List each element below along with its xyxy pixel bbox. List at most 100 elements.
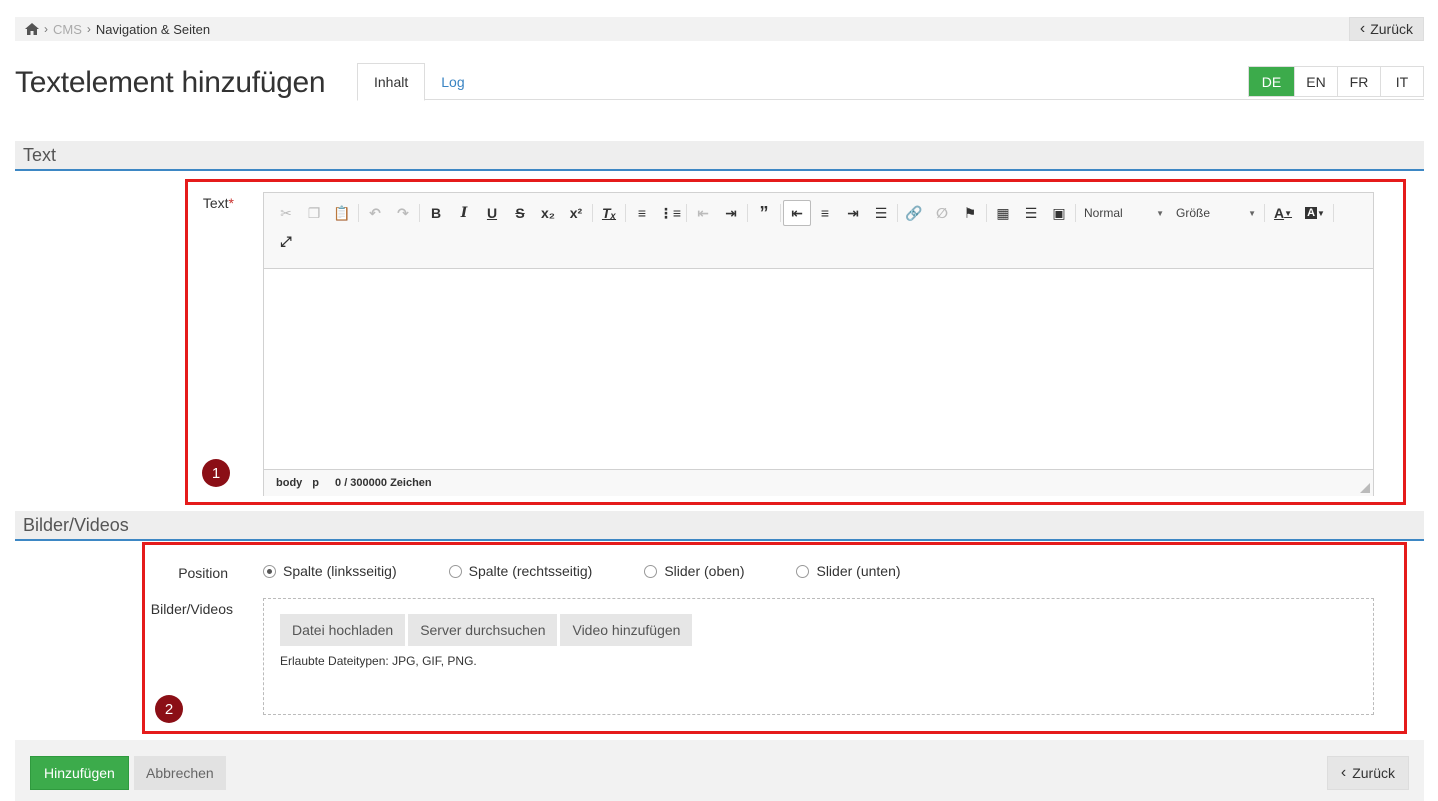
- radio-column-right[interactable]: Spalte (rechtsseitig): [448, 563, 593, 579]
- section-header-text: Text: [15, 141, 1424, 171]
- rich-text-editor: ✂ ❐ 📋 ↶ ↷ B I U S x₂ x² Tₓ ≡ ⋮≡ ⇤ ⇥ ” ⇤ …: [263, 192, 1374, 496]
- table-icon[interactable]: ▦: [989, 200, 1017, 226]
- chevron-left-icon: ‹: [1340, 764, 1347, 781]
- lang-it[interactable]: IT: [1380, 67, 1423, 96]
- toolbar-divider: [592, 204, 593, 222]
- toolbar-divider: [1333, 204, 1334, 222]
- radio-slider-bottom-label: Slider (unten): [816, 563, 901, 579]
- home-icon[interactable]: [25, 23, 39, 35]
- back-button-label: Zurück: [1352, 765, 1395, 781]
- maximize-icon[interactable]: ⤢: [272, 228, 300, 254]
- radio-unchecked-icon: [644, 564, 658, 578]
- back-button-bottom[interactable]: ‹ Zurück: [1326, 756, 1409, 790]
- page-title: Textelement hinzufügen: [15, 66, 326, 99]
- chevron-right-icon: ›: [44, 22, 48, 36]
- annotation-marker-1: 1: [202, 459, 230, 487]
- align-right-icon[interactable]: ⇥: [839, 200, 867, 226]
- back-button-top[interactable]: ‹ Zurück: [1348, 17, 1424, 41]
- annotation-marker-2: 2: [155, 695, 183, 723]
- upload-file-button[interactable]: Datei hochladen: [280, 614, 406, 646]
- bulleted-list-icon[interactable]: ⋮≡: [656, 200, 684, 226]
- radio-slider-top[interactable]: Slider (oben): [644, 563, 744, 579]
- subscript-icon[interactable]: x₂: [534, 200, 562, 226]
- undo-icon[interactable]: ↶: [361, 200, 389, 226]
- caret-down-icon: ▼: [1248, 208, 1256, 218]
- editor-statusbar: body p 0 / 300000 Zeichen: [264, 469, 1373, 496]
- toolbar-divider: [686, 204, 687, 222]
- radio-column-left[interactable]: Spalte (linksseitig): [263, 563, 397, 579]
- size-select[interactable]: Größe ▼: [1170, 201, 1262, 225]
- toolbar-divider: [419, 204, 420, 222]
- radio-column-left-label: Spalte (linksseitig): [283, 563, 397, 579]
- back-button-label: Zurück: [1370, 21, 1413, 37]
- add-video-button[interactable]: Video hinzufügen: [560, 614, 693, 646]
- copy-icon[interactable]: ❐: [300, 200, 328, 226]
- toolbar-divider: [986, 204, 987, 222]
- radio-unchecked-icon: [448, 564, 462, 578]
- toolbar-divider: [780, 204, 781, 222]
- tab-log[interactable]: Log: [425, 63, 480, 100]
- editor-content-area[interactable]: [264, 269, 1373, 469]
- unlink-icon[interactable]: ∅: [928, 200, 956, 226]
- underline-icon[interactable]: U: [478, 200, 506, 226]
- radio-checked-icon: [263, 564, 276, 578]
- status-path-p[interactable]: p: [312, 477, 319, 489]
- redo-icon[interactable]: ↷: [389, 200, 417, 226]
- text-field-label-text: Text: [202, 195, 229, 211]
- radio-slider-top-label: Slider (oben): [664, 563, 745, 579]
- toolbar-divider: [1264, 204, 1265, 222]
- tab-inhalt[interactable]: Inhalt: [357, 63, 426, 101]
- lang-de[interactable]: DE: [1249, 67, 1294, 96]
- image-icon[interactable]: ▣: [1045, 200, 1073, 226]
- toolbar-divider: [625, 204, 626, 222]
- horizontal-line-icon[interactable]: ☰: [1017, 200, 1045, 226]
- resize-handle-icon[interactable]: [1360, 483, 1370, 493]
- breadcrumb-item-cms[interactable]: CMS: [53, 22, 82, 37]
- paste-icon[interactable]: 📋: [328, 200, 356, 226]
- lang-en[interactable]: EN: [1294, 67, 1337, 96]
- bold-icon[interactable]: B: [422, 200, 450, 226]
- cancel-button[interactable]: Abbrechen: [134, 756, 226, 790]
- radio-unchecked-icon: [796, 564, 810, 578]
- section-header-media: Bilder/Videos: [15, 511, 1424, 541]
- caret-down-icon: ▼: [1156, 208, 1164, 218]
- language-switcher: DE EN FR IT: [1248, 66, 1424, 97]
- align-left-icon[interactable]: ⇤: [783, 200, 811, 226]
- outdent-icon[interactable]: ⇤: [689, 200, 717, 226]
- format-select[interactable]: Normal ▼: [1078, 201, 1170, 225]
- text-color-icon[interactable]: A ▼: [1267, 200, 1299, 226]
- toolbar-divider: [747, 204, 748, 222]
- format-select-value: Normal: [1084, 206, 1123, 220]
- toolbar-divider: [358, 204, 359, 222]
- browse-server-button[interactable]: Server durchsuchen: [408, 614, 558, 646]
- text-field-label: Text*: [180, 195, 234, 211]
- italic-icon[interactable]: I: [450, 200, 478, 226]
- form-footer: Hinzufügen Abbrechen ‹ Zurück: [15, 740, 1424, 801]
- align-justify-icon[interactable]: ☰: [867, 200, 895, 226]
- position-radio-group: Spalte (linksseitig) Spalte (rechtsseiti…: [263, 563, 901, 579]
- submit-button[interactable]: Hinzufügen: [30, 756, 129, 790]
- breadcrumb: › CMS › Navigation & Seiten ‹ Zurück: [15, 17, 1424, 41]
- superscript-icon[interactable]: x²: [562, 200, 590, 226]
- radio-column-right-label: Spalte (rechtsseitig): [468, 563, 593, 579]
- indent-icon[interactable]: ⇥: [717, 200, 745, 226]
- blockquote-icon[interactable]: ”: [750, 200, 778, 226]
- toolbar-divider: [1075, 204, 1076, 222]
- media-field-label: Bilder/Videos: [150, 601, 233, 617]
- toolbar-divider: [897, 204, 898, 222]
- align-center-icon[interactable]: ≡: [811, 200, 839, 226]
- numbered-list-icon[interactable]: ≡: [628, 200, 656, 226]
- allowed-file-types: Erlaubte Dateitypen: JPG, GIF, PNG.: [280, 654, 477, 668]
- status-path-body[interactable]: body: [276, 477, 302, 489]
- cut-icon[interactable]: ✂: [272, 200, 300, 226]
- strikethrough-icon[interactable]: S: [506, 200, 534, 226]
- required-mark: *: [228, 195, 234, 211]
- breadcrumb-item-current: Navigation & Seiten: [95, 21, 211, 37]
- media-upload-zone[interactable]: Datei hochladen Server durchsuchen Video…: [263, 598, 1374, 715]
- radio-slider-bottom[interactable]: Slider (unten): [796, 563, 901, 579]
- background-color-icon[interactable]: A ▼: [1299, 200, 1331, 226]
- lang-fr[interactable]: FR: [1337, 67, 1380, 96]
- link-icon[interactable]: 🔗: [900, 200, 928, 226]
- remove-format-icon[interactable]: Tₓ: [595, 200, 623, 226]
- anchor-flag-icon[interactable]: ⚑: [956, 200, 984, 226]
